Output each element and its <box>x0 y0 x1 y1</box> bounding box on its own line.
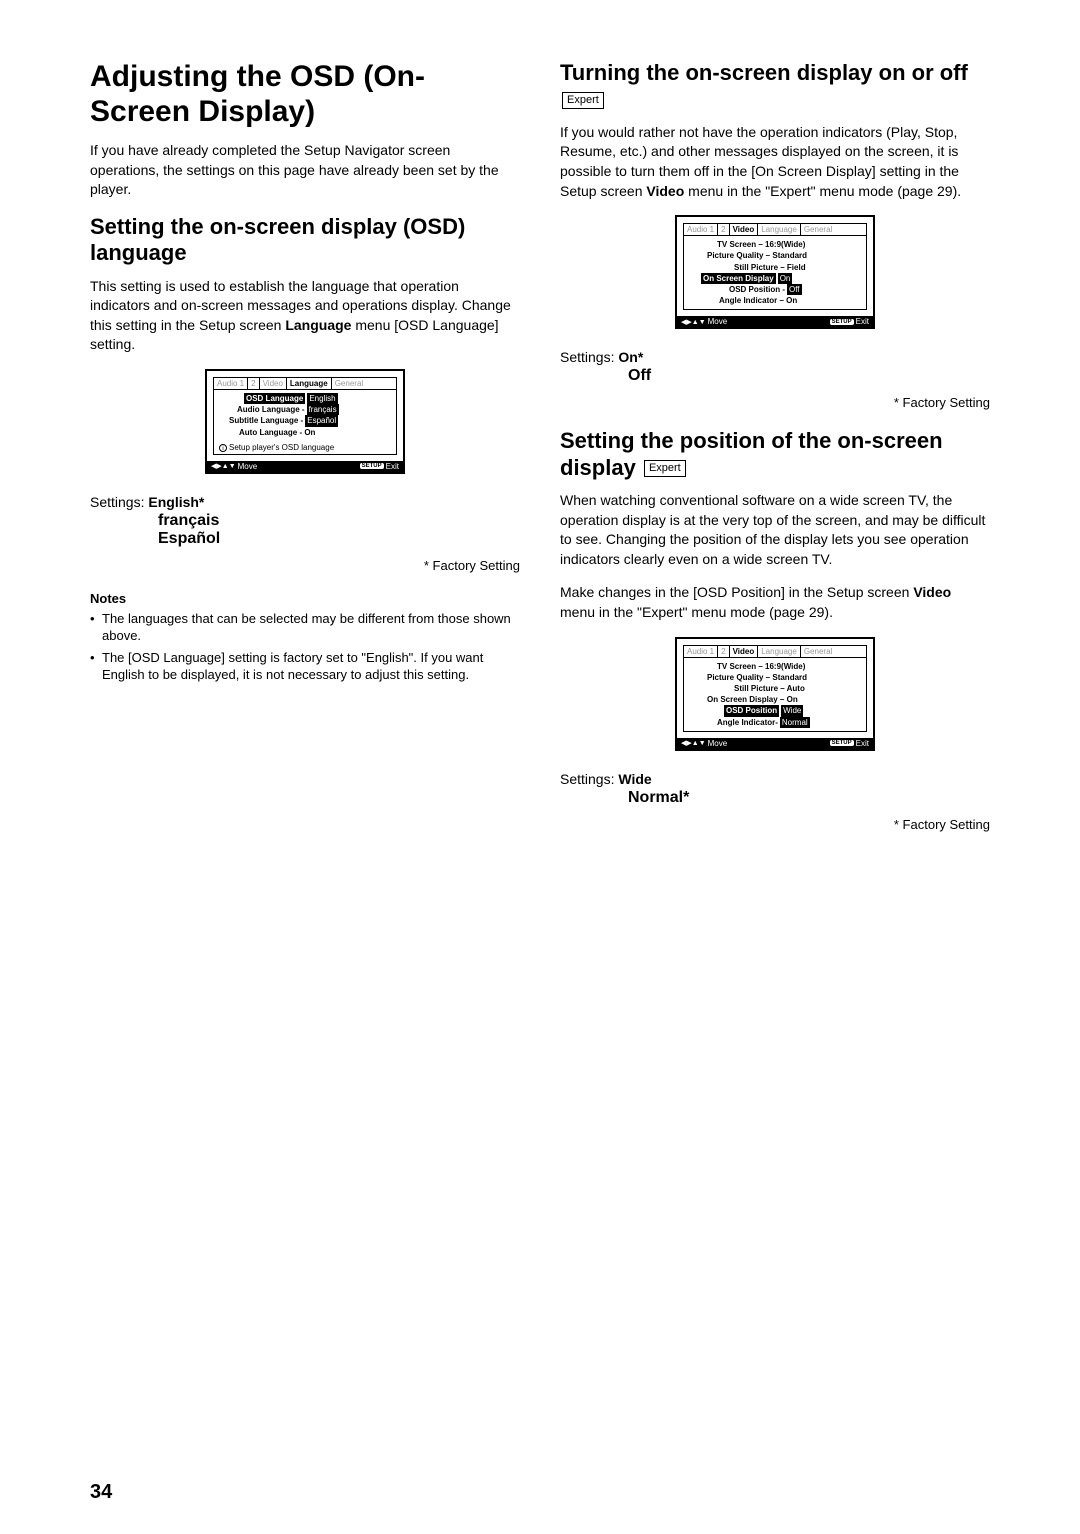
osd-language-screenshot: Audio 1 2 Video Language General OSD Lan… <box>205 369 405 474</box>
osd-onoff-body: If you would rather not have the operati… <box>560 123 990 201</box>
factory-setting-note: * Factory Setting <box>560 395 990 410</box>
note-item: The [OSD Language] setting is factory se… <box>90 649 520 684</box>
osd-position-body1: When watching conventional software on a… <box>560 491 990 569</box>
setup-button: SETUP <box>830 740 854 746</box>
intro-text: If you have already completed the Setup … <box>90 141 520 200</box>
expert-tag: Expert <box>562 92 604 109</box>
notes-list: The languages that can be selected may b… <box>90 610 520 684</box>
osd-language-body: This setting is used to establish the la… <box>90 277 520 355</box>
osd-position-screenshot: Audio 1 2 Video Language General TV Scre… <box>675 637 875 751</box>
notes-heading: Notes <box>90 591 520 606</box>
setting-off: Off <box>628 367 990 385</box>
setup-button: SETUP <box>830 319 854 325</box>
setting-francais: français <box>158 512 520 530</box>
tab-language: Language <box>287 378 332 389</box>
note-item: The languages that can be selected may b… <box>90 610 520 645</box>
arrow-icons: ◀▶▲▼ <box>681 739 706 747</box>
settings-label: Settings: English* <box>90 494 520 510</box>
settings-label: Settings: Wide <box>560 771 990 787</box>
settings-label: Settings: On* <box>560 349 990 365</box>
tab-2: 2 <box>248 378 259 389</box>
arrow-icons: ◀▶▲▼ <box>211 462 236 470</box>
tab-audio1: Audio 1 <box>214 378 248 389</box>
osd-position-heading: Setting the position of the on-screen di… <box>560 428 990 481</box>
osd-language-heading: Setting the on-screen display (OSD) lang… <box>90 214 520 267</box>
setting-normal: Normal* <box>628 789 990 807</box>
main-heading: Adjusting the OSD (On-Screen Display) <box>90 60 520 129</box>
expert-tag: Expert <box>644 460 686 477</box>
factory-setting-note: * Factory Setting <box>560 817 990 832</box>
arrow-icons: ◀▶▲▼ <box>681 318 706 326</box>
info-icon: i <box>219 444 227 452</box>
tab-video: Video <box>260 378 287 389</box>
setup-button: SETUP <box>360 463 384 469</box>
osd-position-body2: Make changes in the [OSD Position] in th… <box>560 583 990 622</box>
factory-setting-note: * Factory Setting <box>90 558 520 573</box>
page-number: 34 <box>90 1481 112 1504</box>
osd-onoff-screenshot: Audio 1 2 Video Language General TV Scre… <box>675 215 875 329</box>
tab-general: General <box>332 378 366 389</box>
setting-espanol: Español <box>158 530 520 548</box>
osd-onoff-heading: Turning the on-screen display on or off … <box>560 60 990 113</box>
